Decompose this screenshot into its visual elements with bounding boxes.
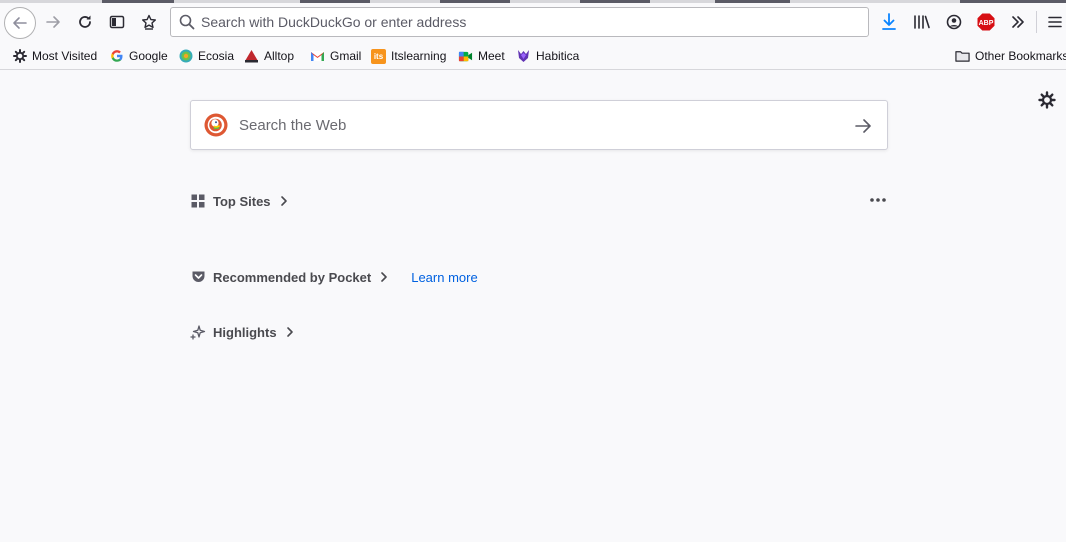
chevron-right-icon [286, 327, 293, 337]
pocket-header[interactable]: Recommended by Pocket Learn more [190, 269, 478, 285]
bookmark-label: Most Visited [32, 49, 98, 63]
hamburger-menu-icon [1048, 16, 1062, 28]
bookmark-gmail[interactable]: Gmail [310, 47, 361, 65]
bookmark-label: Ecosia [198, 49, 235, 63]
duckduckgo-icon [204, 113, 228, 137]
sidebar-icon [109, 15, 125, 29]
habitica-icon [516, 49, 531, 64]
itslearning-icon: its [371, 48, 386, 64]
forward-button[interactable] [38, 7, 68, 37]
highlights-header[interactable]: Highlights [190, 324, 295, 340]
search-icon [179, 14, 195, 30]
bookmark-label: Meet [478, 49, 505, 63]
new-tab-page: Search the Web Top Sites Recommended by … [0, 71, 1066, 542]
adblock-plus-button[interactable]: ABP [971, 7, 1001, 37]
google-icon [109, 49, 124, 64]
bookmark-itslearning[interactable]: its Itslearning [371, 47, 446, 65]
top-sites-header[interactable]: Top Sites [190, 193, 289, 209]
address-bar[interactable] [170, 7, 869, 37]
toolbar-separator [1036, 11, 1037, 33]
bookmarks-toolbar: Most Visited Google Ecosia Alltop Gmail … [0, 41, 1066, 70]
section-title: Top Sites [213, 193, 271, 209]
app-menu-button[interactable] [1044, 7, 1066, 37]
pocket-icon [190, 269, 206, 285]
abp-icon: ABP [977, 13, 995, 31]
gear-icon [12, 49, 27, 64]
arrow-right-icon[interactable] [853, 116, 873, 136]
reload-button[interactable] [70, 7, 100, 37]
bookmark-google[interactable]: Google [109, 47, 168, 65]
chevron-right-icon [280, 196, 287, 206]
chevron-right-icon [381, 272, 388, 282]
sparkle-icon [190, 324, 206, 340]
account-button[interactable] [939, 7, 969, 37]
reload-icon [79, 15, 91, 28]
alltop-icon [244, 49, 259, 64]
bookmark-most-visited[interactable]: Most Visited [12, 47, 97, 65]
ecosia-icon [178, 49, 193, 64]
section-title: Recommended by Pocket [213, 269, 372, 285]
navigation-toolbar: ABP [0, 3, 1066, 41]
bookmark-star-button[interactable] [134, 7, 164, 37]
bookmark-label: Other Bookmarks [975, 49, 1066, 63]
learn-more-link[interactable]: Learn more [411, 270, 477, 285]
download-icon [882, 13, 896, 30]
gmail-icon [310, 49, 325, 64]
bookmark-label: Habitica [536, 49, 580, 63]
bookmark-label: Google [129, 49, 168, 63]
gear-icon [1038, 91, 1056, 109]
bookmark-label: Alltop [264, 49, 295, 63]
bookmark-meet[interactable]: Meet [458, 47, 505, 65]
bookmark-label: Gmail [330, 49, 362, 63]
personalize-button[interactable] [1038, 91, 1058, 111]
arrow-left-icon [13, 17, 27, 29]
section-title: Highlights [213, 324, 277, 340]
star-icon [142, 14, 156, 30]
folder-icon [955, 49, 970, 64]
library-button[interactable] [907, 7, 937, 37]
meet-icon [458, 49, 473, 64]
library-icon [914, 15, 930, 29]
more-options-icon[interactable] [866, 193, 890, 207]
arrow-right-icon [46, 16, 60, 28]
bookmark-alltop[interactable]: Alltop [244, 47, 294, 65]
downloads-button[interactable] [874, 7, 904, 37]
web-search-box[interactable]: Search the Web [190, 100, 888, 150]
bookmark-label: Itslearning [391, 49, 447, 63]
account-icon [946, 14, 962, 30]
back-button[interactable] [4, 7, 36, 39]
other-bookmarks[interactable]: Other Bookmarks [955, 47, 1066, 65]
sidebar-button[interactable] [102, 7, 132, 37]
web-search-placeholder: Search the Web [239, 116, 347, 134]
double-chevron-right-icon [1012, 16, 1024, 28]
overflow-menu-button[interactable] [1003, 7, 1033, 37]
bookmark-ecosia[interactable]: Ecosia [178, 47, 234, 65]
bookmark-habitica[interactable]: Habitica [516, 47, 579, 65]
svg-text:ABP: ABP [979, 20, 994, 27]
grid-icon [190, 193, 206, 209]
address-input[interactable] [201, 9, 841, 35]
